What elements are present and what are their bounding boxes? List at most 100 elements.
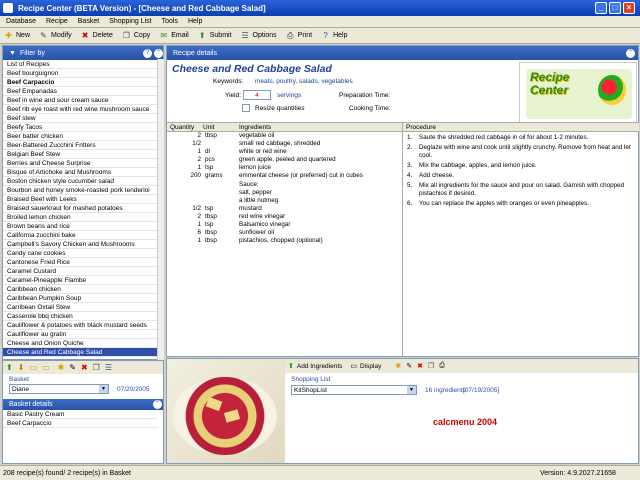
ingredient-row[interactable]: 6 tbsp sunflower oil	[167, 229, 402, 237]
recipe-list-item[interactable]: California zucchini bake	[3, 231, 158, 240]
shop-delete-icon[interactable]: ✖	[417, 362, 423, 370]
add-ingredients-button[interactable]: ⬆ Add Ingredients	[288, 362, 342, 371]
recipe-list-item[interactable]: Cheese and Onion Quiche	[3, 339, 158, 348]
recipe-list-item[interactable]: Caramel Custard	[3, 267, 158, 276]
recipe-list-item[interactable]: Cheese and Red Cabbage Salad	[3, 348, 158, 357]
recipe-list-item[interactable]: Brown beans and rice	[3, 222, 158, 231]
basket-copy-icon[interactable]: ❐	[93, 363, 100, 372]
menu-shopping-list[interactable]: Shopping List	[109, 18, 151, 25]
recipe-list-item[interactable]: Beef in wine and sour cream sauce	[3, 96, 158, 105]
ingredient-row[interactable]: a little nutmeg	[167, 197, 402, 205]
recipe-list-item[interactable]: Broiled lemon chicken	[3, 213, 158, 222]
recipe-list-item[interactable]: Braised sauerkraut for mashed potatoes	[3, 204, 158, 213]
recipe-list-item[interactable]: Beef stew	[3, 114, 158, 123]
yield-input[interactable]: 4	[243, 90, 271, 100]
col-ingredients[interactable]: Ingredients	[239, 123, 271, 132]
ingredient-row[interactable]: Sauce:	[167, 181, 402, 189]
ingredient-row[interactable]: 2 tbsp red wine vinegar	[167, 213, 402, 221]
keywords-value[interactable]: meats, poultry, salads, vegetables	[255, 78, 353, 85]
collapse-icon[interactable]: ⌃	[153, 400, 162, 409]
ingredient-row[interactable]: salt, pepper	[167, 189, 402, 197]
recipe-list-item[interactable]: Beer batter chicken	[3, 132, 158, 141]
recipe-list-item[interactable]: Caribbean chicken	[3, 285, 158, 294]
basket-star-icon[interactable]: ✱	[58, 363, 65, 372]
recipe-list-item[interactable]: Braised Beef with Leeks	[3, 195, 158, 204]
basket-list-icon[interactable]: ☰	[105, 363, 112, 372]
shop-print-icon[interactable]: ⎙	[439, 362, 445, 370]
ingredient-row[interactable]: 2 pcs green apple, peeled and quartered	[167, 156, 402, 164]
basket-delete-icon[interactable]: ✖	[81, 363, 88, 372]
basket-add-icon[interactable]: ⬆	[6, 363, 13, 372]
recipe-list-item[interactable]: Cauliflower au gratin	[3, 330, 158, 339]
basket-remove-icon[interactable]: ⬇	[18, 363, 25, 372]
recipe-list-item[interactable]: Casserole bbq chicken	[3, 312, 158, 321]
recipe-list-item[interactable]: Beef Carpaccio	[3, 78, 158, 87]
email-button[interactable]: ✉ Email	[159, 31, 188, 40]
basket-owner-select[interactable]: Diane ▼	[9, 384, 109, 394]
filter-help-icon[interactable]: ?	[143, 48, 152, 58]
minimize-button[interactable]: _	[595, 2, 607, 14]
ingredient-row[interactable]: 1 tbsp pistachios, chopped (optional)	[167, 237, 402, 245]
collapse-icon[interactable]: ⌃	[154, 48, 163, 58]
menu-basket[interactable]: Basket	[78, 18, 99, 25]
ingredient-row[interactable]: 1/2 small red cabbage, shredded	[167, 140, 402, 148]
recipe-list-item[interactable]: Beef rib eye roast with red wine mushroo…	[3, 105, 158, 114]
shop-star-icon[interactable]: ✱	[395, 362, 401, 370]
recipe-list-item[interactable]: Beefy Tacos	[3, 123, 158, 132]
recipe-list-item[interactable]: Belgian Beef Stew	[3, 150, 158, 159]
menu-database[interactable]: Database	[6, 18, 36, 25]
recipe-list-item[interactable]: Caribbean Pumpkin Soup	[3, 294, 158, 303]
ingredient-row[interactable]: 1 tsp lemon juice	[167, 164, 402, 172]
new-button[interactable]: ✚ New	[4, 31, 30, 40]
recipe-list-item[interactable]: Berries and Cheese Surprise	[3, 159, 158, 168]
recipe-list-item[interactable]: Candy cane cookies	[3, 249, 158, 258]
title-bar: Recipe Center (BETA Version) - [Cheese a…	[0, 0, 640, 16]
recipe-list-item[interactable]: Cantonese Fried Rice	[3, 258, 158, 267]
ingredient-row[interactable]: 1 dl white or red wine	[167, 148, 402, 156]
recipe-list-item[interactable]: Carribean Oxtail Stew	[3, 303, 158, 312]
ingredient-row[interactable]: 2 tbsp vegetable oil	[167, 132, 402, 140]
resize-checkbox[interactable]	[242, 104, 250, 112]
recipe-list-item[interactable]: Boston chicken style cucumber salad	[3, 177, 158, 186]
menu-bar: Database Recipe Basket Shopping List Too…	[0, 16, 640, 28]
col-quantity[interactable]: Quantity	[170, 123, 194, 132]
recipe-list-item[interactable]: Bourbon and honey smoke-roasted pork ten…	[3, 186, 158, 195]
delete-button[interactable]: ✖ Delete	[81, 31, 113, 40]
yield-unit[interactable]: servings	[277, 92, 301, 99]
recipe-list-item[interactable]: Beef Empanadas	[3, 87, 158, 96]
display-button[interactable]: ▭ Display	[350, 362, 381, 371]
basket-folder-icon[interactable]: ▭	[29, 363, 37, 372]
options-button[interactable]: ☰ Options	[241, 31, 276, 40]
recipe-list-item[interactable]: Cauliflower & potatoes with black mustar…	[3, 321, 158, 330]
ingredient-row[interactable]: 1/2 tsp mustard	[167, 205, 402, 213]
recipe-list-item[interactable]: Bisque of Artichoke and Mushrooms	[3, 168, 158, 177]
maximize-button[interactable]: □	[609, 2, 621, 14]
col-unit[interactable]: Unit	[203, 123, 215, 132]
basket-open-icon[interactable]: ▭	[42, 363, 50, 372]
copy-button[interactable]: ❐ Copy	[122, 31, 150, 40]
shopping-list-select[interactable]: KitShopList ▼	[291, 385, 417, 395]
recipe-list-item[interactable]: Beer-Battered Zucchini Fritters	[3, 141, 158, 150]
recipe-list-item[interactable]: Beef bourguignon	[3, 69, 158, 78]
help-button[interactable]: ? Help	[321, 31, 347, 40]
recipe-list-item[interactable]: List of Recipes	[3, 60, 158, 69]
menu-tools[interactable]: Tools	[162, 18, 178, 25]
recipe-list-item[interactable]: Caramel-Pineapple Flambe	[3, 276, 158, 285]
collapse-icon[interactable]: ⌃	[626, 48, 635, 58]
print-button[interactable]: ⎙ Print	[286, 31, 312, 40]
ingredient-row[interactable]: 1 tsp Balsamico vinegar	[167, 221, 402, 229]
menu-recipe[interactable]: Recipe	[46, 18, 68, 25]
menu-help[interactable]: Help	[188, 18, 202, 25]
recipe-list-item[interactable]: Campbell's Savory Chicken and Mushrooms	[3, 240, 158, 249]
basket-item[interactable]: Beef Carpaccio	[3, 419, 158, 428]
close-button[interactable]: ×	[623, 2, 635, 14]
basket-item[interactable]: Basic Pastry Cream	[3, 410, 158, 419]
submit-button[interactable]: ⬆ Submit	[198, 31, 232, 40]
ingredient-row[interactable]: 200 grams emmental cheese (or preferred) c…	[167, 172, 402, 180]
shop-pencil-icon[interactable]: ✎	[406, 362, 412, 370]
shop-copy-icon[interactable]: ❐	[428, 362, 434, 370]
modify-button[interactable]: ✎ Modify	[39, 31, 71, 40]
ingredient-name: sunflower oil	[239, 229, 274, 237]
recipe-list-scrollbar[interactable]	[157, 59, 164, 360]
basket-pencil-icon[interactable]: ✎	[69, 363, 76, 372]
